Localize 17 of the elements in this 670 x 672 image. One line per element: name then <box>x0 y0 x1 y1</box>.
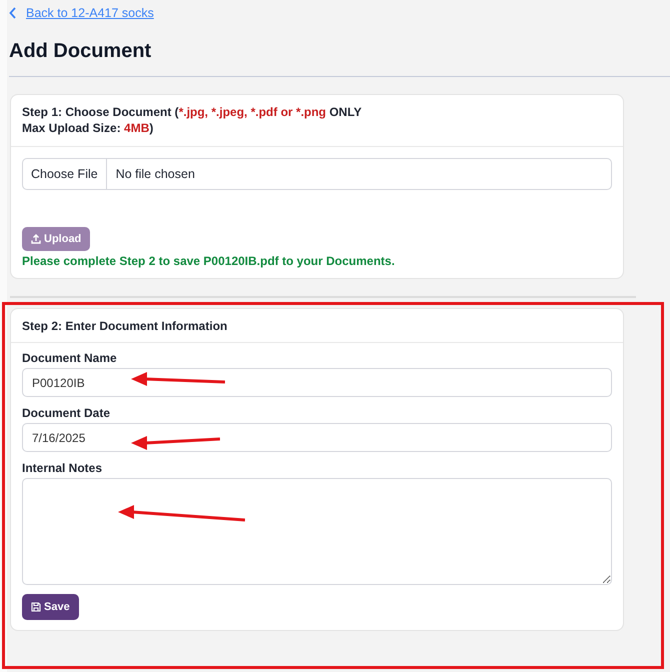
step-heading: Step 2: Enter Document Information <box>11 309 623 343</box>
text-field[interactable]: P00120IB <box>22 368 612 397</box>
field-label: Document Date <box>22 406 112 420</box>
file-input[interactable]: Choose File No file chosen <box>22 158 612 190</box>
choose-file-button[interactable]: Choose File <box>23 159 107 189</box>
field-label: Document Name <box>22 351 118 365</box>
save-button[interactable]: Save <box>22 594 79 620</box>
notes-field[interactable] <box>22 478 612 585</box>
file-status: No file chosen <box>114 166 196 183</box>
step-heading: Step 1: Choose Document (*.jpg, *.jpeg, *.pdf or *.png ONLY <box>22 104 363 120</box>
page-title: Add Document <box>9 40 152 63</box>
upload-icon <box>31 234 41 244</box>
field-label: Internal Notes <box>22 461 104 475</box>
step-heading: Max Upload Size: 4MB) <box>22 120 154 136</box>
status-message: Please complete Step 2 to save P00120IB.pdf to your Documents. <box>22 254 396 268</box>
chevron-left-icon <box>9 7 17 19</box>
text-field[interactable]: 7/16/2025 <box>22 423 612 452</box>
